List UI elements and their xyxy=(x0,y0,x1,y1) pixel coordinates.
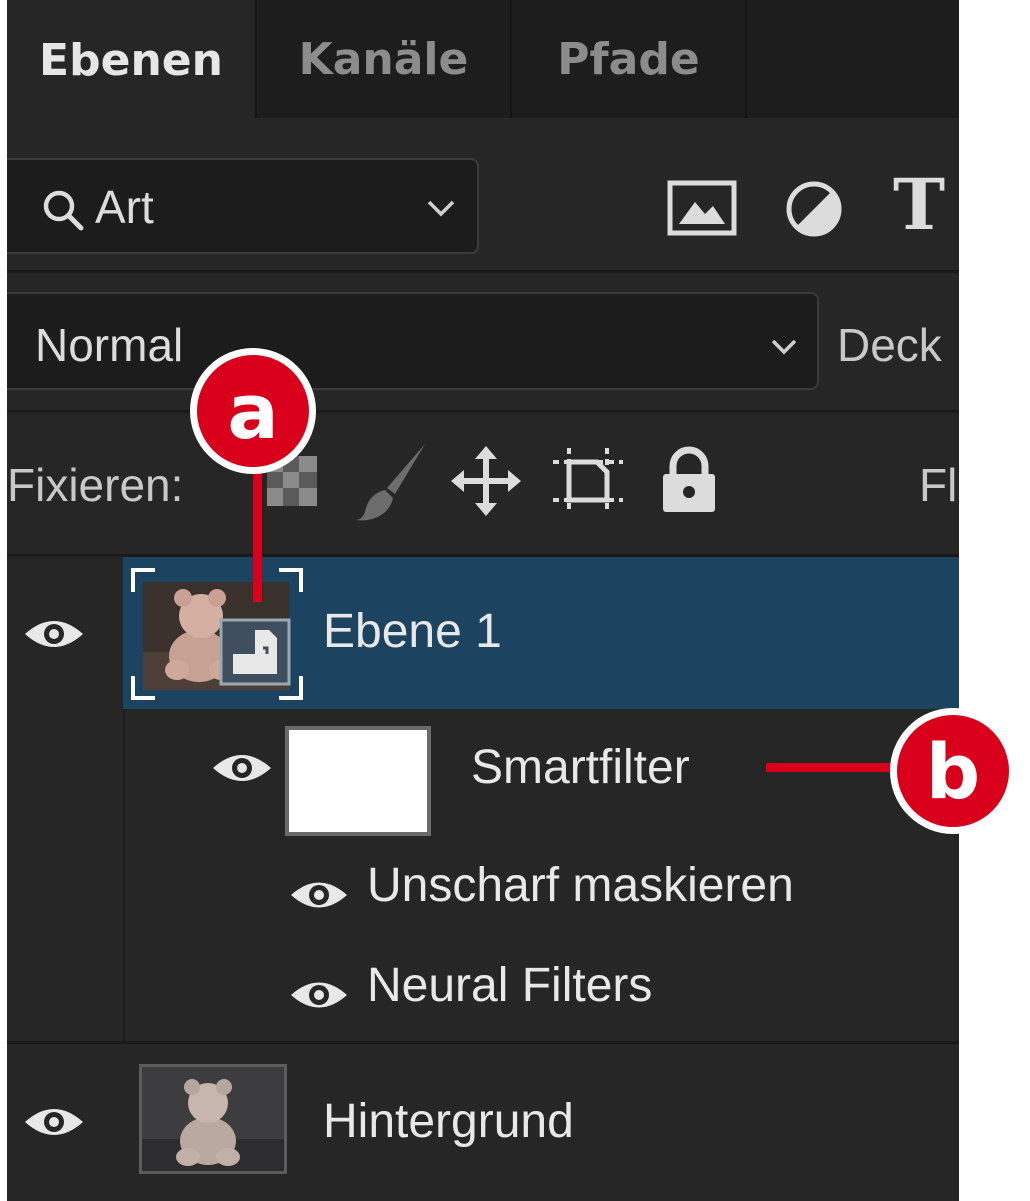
lock-artboard-icon[interactable] xyxy=(551,446,625,516)
eye-icon[interactable] xyxy=(211,748,273,788)
type-filter-icon[interactable]: T xyxy=(893,170,945,240)
smart-object-badge-icon xyxy=(219,618,291,686)
search-icon xyxy=(43,190,84,231)
chevron-down-icon xyxy=(771,339,797,355)
layer-name-ebene1[interactable]: Ebene 1 xyxy=(323,604,502,659)
layers-panel: Ebenen Kanäle Pfade Art T Normal Deck Fi… xyxy=(7,0,959,1201)
filter-mask-thumbnail[interactable] xyxy=(285,726,431,836)
eye-icon[interactable] xyxy=(23,614,85,654)
eye-icon[interactable] xyxy=(289,876,349,914)
filter-name-unscharf-maskieren[interactable]: Unscharf maskieren xyxy=(367,858,794,913)
image-filter-icon[interactable] xyxy=(667,180,737,236)
lock-label: Fixieren: xyxy=(7,459,184,511)
layer-thumbnail xyxy=(139,1064,287,1174)
callout-b-line xyxy=(766,763,898,772)
filter-name-neural-filters[interactable]: Neural Filters xyxy=(367,958,652,1013)
tab-bar: Ebenen Kanäle Pfade xyxy=(7,0,959,120)
eye-icon[interactable] xyxy=(23,1102,85,1142)
layer-name-hintergrund[interactable]: Hintergrund xyxy=(323,1094,574,1149)
fill-label: Fl xyxy=(919,459,958,511)
tab-pfade[interactable]: Pfade xyxy=(512,0,745,118)
smart-filter-label[interactable]: Smartfilter xyxy=(471,740,690,795)
lock-all-icon[interactable] xyxy=(659,446,719,514)
filter-type-label: Art xyxy=(95,181,154,233)
opacity-label: Deck xyxy=(837,319,942,371)
callout-a: a xyxy=(190,348,316,474)
callout-a-line xyxy=(253,466,262,602)
tab-separator xyxy=(745,0,747,118)
blend-mode-value: Normal xyxy=(35,319,184,371)
adjustment-filter-icon[interactable] xyxy=(783,178,845,240)
lock-image-pixels-icon[interactable] xyxy=(353,440,429,522)
lock-position-icon[interactable] xyxy=(451,446,521,516)
divider xyxy=(7,410,959,413)
chevron-down-icon xyxy=(427,200,455,217)
eye-icon[interactable] xyxy=(289,976,349,1014)
tab-kanaele[interactable]: Kanäle xyxy=(257,0,510,118)
tab-ebenen[interactable]: Ebenen xyxy=(7,0,255,120)
callout-b: b xyxy=(890,708,1016,834)
divider xyxy=(7,270,959,273)
